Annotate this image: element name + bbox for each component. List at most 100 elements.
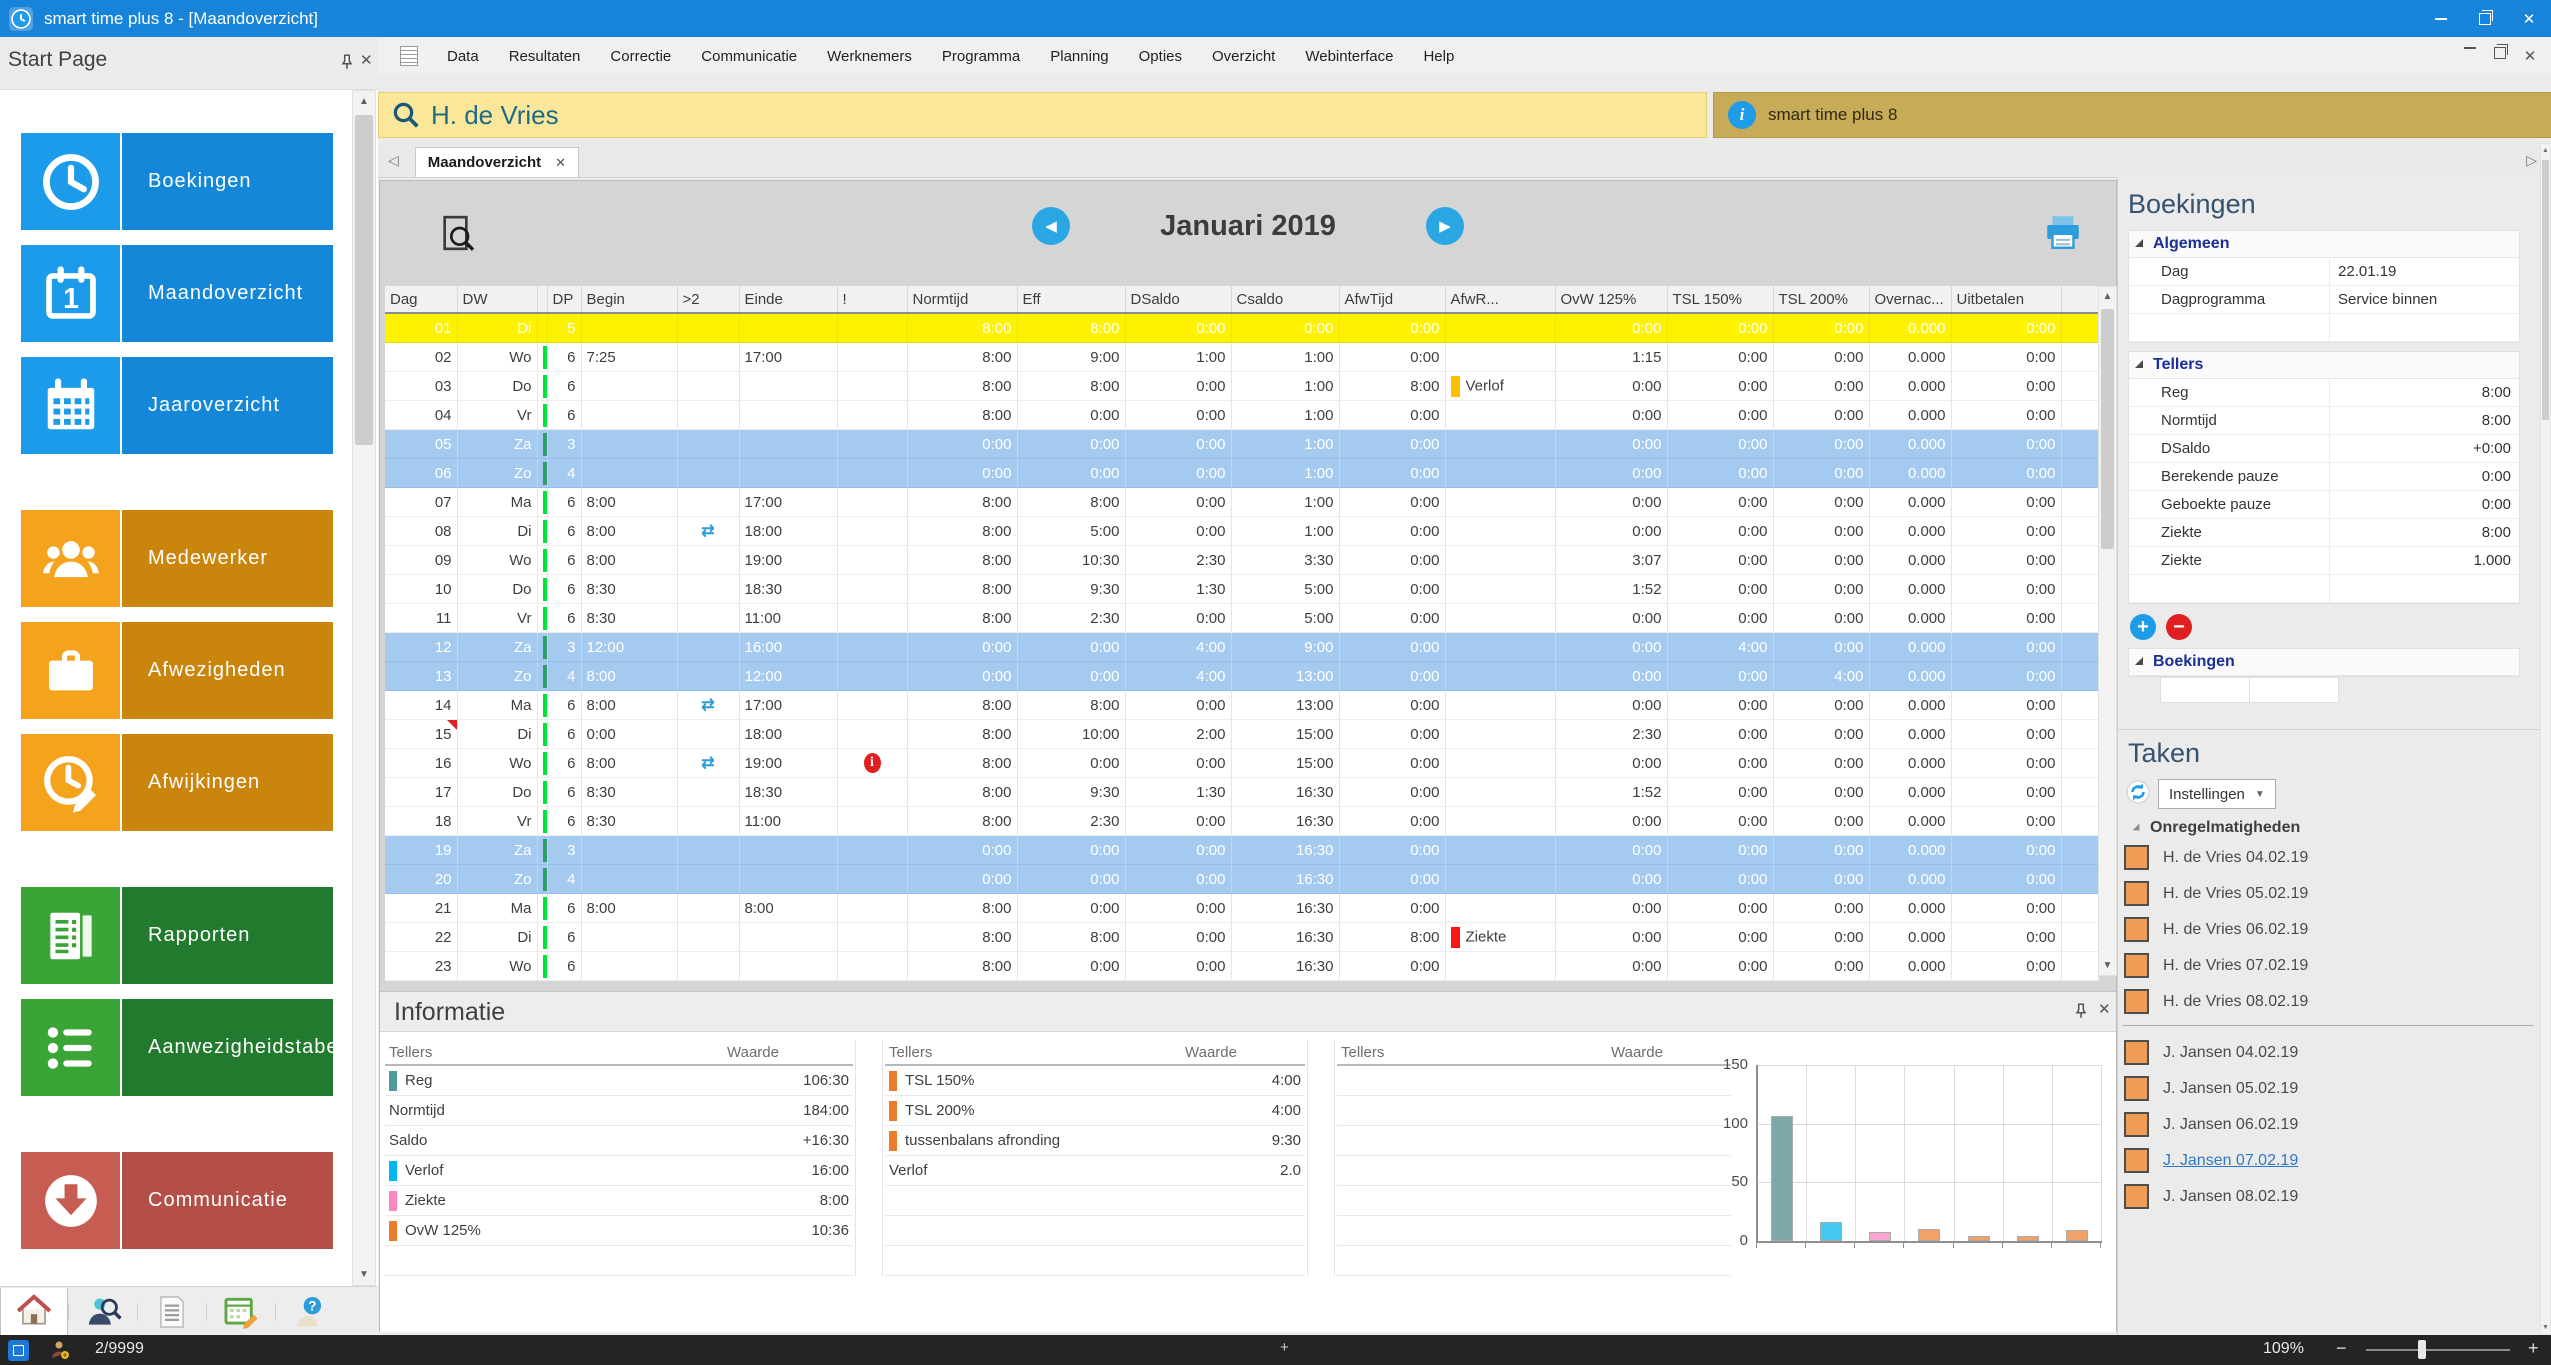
tellers-header[interactable]: Tellers bbox=[2129, 352, 2519, 379]
teller-row[interactable]: Saldo+16:30 bbox=[385, 1126, 853, 1156]
taken-item-h-de-vries-06-02-19[interactable]: H. de Vries 06.02.19 bbox=[2124, 917, 2540, 942]
grid-row-08[interactable]: 08Di68:00⇄18:008:005:000:001:000:000:000… bbox=[385, 517, 2098, 546]
instellingen-dropdown[interactable]: Instellingen ▼ bbox=[2158, 779, 2276, 809]
teller-row[interactable]: Normtijd184:00 bbox=[385, 1096, 853, 1126]
grid-scrollbar[interactable]: ▲ ▼ bbox=[2098, 286, 2117, 976]
teller-row[interactable] bbox=[385, 1246, 853, 1276]
scroll-down-icon[interactable]: ▼ bbox=[2541, 1324, 2550, 1331]
close-button[interactable]: ✕ bbox=[2507, 0, 2551, 37]
pin-icon[interactable] bbox=[338, 53, 356, 71]
taken-item-j-jansen-07-02-19[interactable]: J. Jansen 07.02.19 bbox=[2124, 1148, 2540, 1173]
column-header-dp[interactable]: DP bbox=[547, 286, 581, 313]
detail-row[interactable]: Geboekte pauze0:00 bbox=[2129, 491, 2519, 519]
detail-row[interactable]: Ziekte1.000 bbox=[2129, 547, 2519, 575]
informatie-close-icon[interactable]: ✕ bbox=[2098, 1000, 2111, 1018]
column-header-begin[interactable]: Begin bbox=[581, 286, 677, 313]
grid-row-04[interactable]: 04Vr68:000:000:001:000:000:000:000:000.0… bbox=[385, 401, 2098, 430]
grid-row-23[interactable]: 23Wo68:000:000:0016:300:000:000:000:000.… bbox=[385, 952, 2098, 981]
taken-item-h-de-vries-04-02-19[interactable]: H. de Vries 04.02.19 bbox=[2124, 845, 2540, 870]
column-header-afwr[interactable]: AfwR... bbox=[1445, 286, 1555, 313]
employee-search-input[interactable] bbox=[429, 99, 1633, 132]
column-header-csaldo[interactable]: Csaldo bbox=[1231, 286, 1339, 313]
sidebar-item-aanwezigheidstabel[interactable]: Aanwezigheidstabel bbox=[21, 999, 352, 1096]
teller-row[interactable] bbox=[1337, 1126, 1731, 1156]
column-header-dw[interactable]: DW bbox=[457, 286, 537, 313]
teller-row[interactable] bbox=[1337, 1156, 1731, 1186]
grid-row-10[interactable]: 10Do68:3018:308:009:301:305:000:001:520:… bbox=[385, 575, 2098, 604]
column-header-blank-19[interactable] bbox=[2061, 286, 2098, 313]
column-header-einde[interactable]: Einde bbox=[739, 286, 837, 313]
column-header-ovw-125[interactable]: OvW 125% bbox=[1555, 286, 1667, 313]
scroll-up-icon[interactable]: ▲ bbox=[2541, 147, 2550, 154]
restore-button[interactable] bbox=[2463, 0, 2507, 37]
remove-booking-button[interactable]: − bbox=[2166, 614, 2192, 640]
scrollbar-thumb[interactable] bbox=[2101, 309, 2114, 549]
detail-row[interactable]: DagprogrammaService binnen bbox=[2129, 286, 2519, 314]
grid-row-18[interactable]: 18Vr68:3011:008:002:300:0016:300:000:000… bbox=[385, 807, 2098, 836]
column-header-afwtijd[interactable]: AfwTijd bbox=[1339, 286, 1445, 313]
column-header-eff[interactable]: Eff bbox=[1017, 286, 1125, 313]
grid-row-15[interactable]: 15Di60:0018:008:0010:002:0015:000:002:30… bbox=[385, 720, 2098, 749]
teller-row[interactable]: Ziekte8:00 bbox=[385, 1186, 853, 1216]
sidebar-item-medewerker[interactable]: Medewerker bbox=[21, 510, 352, 607]
zoom-out-button[interactable]: − bbox=[2336, 1338, 2347, 1359]
teller-row[interactable] bbox=[1337, 1246, 1731, 1276]
grid-row-02[interactable]: 02Wo67:2517:008:009:001:001:000:001:150:… bbox=[385, 343, 2098, 372]
menu-item-werknemers[interactable]: Werknemers bbox=[812, 48, 927, 65]
grid-row-03[interactable]: 03Do68:008:000:001:008:00Verlof0:000:000… bbox=[385, 372, 2098, 401]
grid-row-17[interactable]: 17Do68:3018:308:009:301:3016:300:001:520… bbox=[385, 778, 2098, 807]
menu-item-webinterface[interactable]: Webinterface bbox=[1290, 48, 1408, 65]
sidebar-close-icon[interactable]: ✕ bbox=[360, 51, 373, 69]
column-header-tsl-150[interactable]: TSL 150% bbox=[1667, 286, 1773, 313]
grid-row-12[interactable]: 12Za312:0016:000:000:004:009:000:000:004… bbox=[385, 633, 2098, 662]
grid-row-16[interactable]: 16Wo68:00⇄19:00i8:000:000:0015:000:000:0… bbox=[385, 749, 2098, 778]
detail-row[interactable]: Reg8:00 bbox=[2129, 379, 2519, 407]
detail-row[interactable]: Berekende pauze0:00 bbox=[2129, 463, 2519, 491]
teller-row[interactable]: TSL 200%4:00 bbox=[885, 1096, 1305, 1126]
menu-item-correctie[interactable]: Correctie bbox=[595, 48, 686, 65]
panel-scrollbar[interactable]: ▲ ▼ bbox=[2540, 143, 2551, 1335]
column-header-normtijd[interactable]: Normtijd bbox=[907, 286, 1017, 313]
sidebar-item-communicatie[interactable]: Communicatie bbox=[21, 1152, 352, 1249]
column-header-2[interactable]: >2 bbox=[677, 286, 739, 313]
teller-row[interactable] bbox=[885, 1216, 1305, 1246]
column-header-overnac[interactable]: Overnac... bbox=[1869, 286, 1951, 313]
footer-employee-search-icon[interactable] bbox=[69, 1288, 137, 1336]
grid-row-07[interactable]: 07Ma68:0017:008:008:000:001:000:000:000:… bbox=[385, 488, 2098, 517]
sidebar-item-maandoverzicht[interactable]: 1Maandoverzicht bbox=[21, 245, 352, 342]
scroll-up-icon[interactable]: ▲ bbox=[2099, 291, 2116, 302]
teller-row[interactable]: Reg106:30 bbox=[385, 1065, 853, 1096]
algemeen-header[interactable]: Algemeen bbox=[2129, 231, 2519, 258]
grid-row-05[interactable]: 05Za30:000:000:001:000:000:000:000:000.0… bbox=[385, 430, 2098, 459]
taken-item-h-de-vries-08-02-19[interactable]: H. de Vries 08.02.19 bbox=[2124, 989, 2540, 1014]
menu-item-data[interactable]: Data bbox=[432, 48, 494, 65]
boekingen-header[interactable]: Boekingen bbox=[2129, 649, 2519, 676]
scroll-down-icon[interactable]: ▼ bbox=[2099, 960, 2116, 971]
app-status-icon[interactable] bbox=[8, 1340, 29, 1361]
scroll-up-icon[interactable]: ▲ bbox=[353, 96, 375, 107]
sidebar-scrollbar[interactable]: ▲ ▼ bbox=[352, 90, 376, 1286]
column-header-blank-2[interactable] bbox=[537, 286, 547, 313]
mdi-restore-button[interactable] bbox=[2485, 47, 2515, 59]
scrollbar-thumb[interactable] bbox=[355, 115, 373, 445]
menu-item-overzicht[interactable]: Overzicht bbox=[1197, 48, 1290, 65]
taken-item-j-jansen-06-02-19[interactable]: J. Jansen 06.02.19 bbox=[2124, 1112, 2540, 1137]
tab-scroll-right-icon[interactable]: ▷ bbox=[2526, 152, 2537, 169]
teller-row[interactable] bbox=[885, 1186, 1305, 1216]
sidebar-item-afwezigheden[interactable]: Afwezigheden bbox=[21, 622, 352, 719]
menu-item-resultaten[interactable]: Resultaten bbox=[494, 48, 596, 65]
column-header-tsl-200[interactable]: TSL 200% bbox=[1773, 286, 1869, 313]
zoom-slider-track[interactable] bbox=[2366, 1349, 2510, 1351]
zoom-slider-thumb[interactable] bbox=[2418, 1340, 2426, 1359]
teller-row[interactable] bbox=[1337, 1186, 1731, 1216]
taken-item-h-de-vries-07-02-19[interactable]: H. de Vries 07.02.19 bbox=[2124, 953, 2540, 978]
menu-item-communicatie[interactable]: Communicatie bbox=[686, 48, 812, 65]
sidebar-item-rapporten[interactable]: Rapporten bbox=[21, 887, 352, 984]
onregelmatigheden-header[interactable]: Onregelmatigheden bbox=[2126, 819, 2540, 837]
column-header-[interactable]: ! bbox=[837, 286, 907, 313]
grid-row-21[interactable]: 21Ma68:008:008:000:000:0016:300:000:000:… bbox=[385, 894, 2098, 923]
detail-row[interactable]: Ziekte8:00 bbox=[2129, 519, 2519, 547]
grid-row-01[interactable]: 01Di58:008:000:000:000:000:000:000:000.0… bbox=[385, 313, 2098, 343]
teller-row[interactable] bbox=[1337, 1216, 1731, 1246]
teller-row[interactable]: TSL 150%4:00 bbox=[885, 1065, 1305, 1096]
